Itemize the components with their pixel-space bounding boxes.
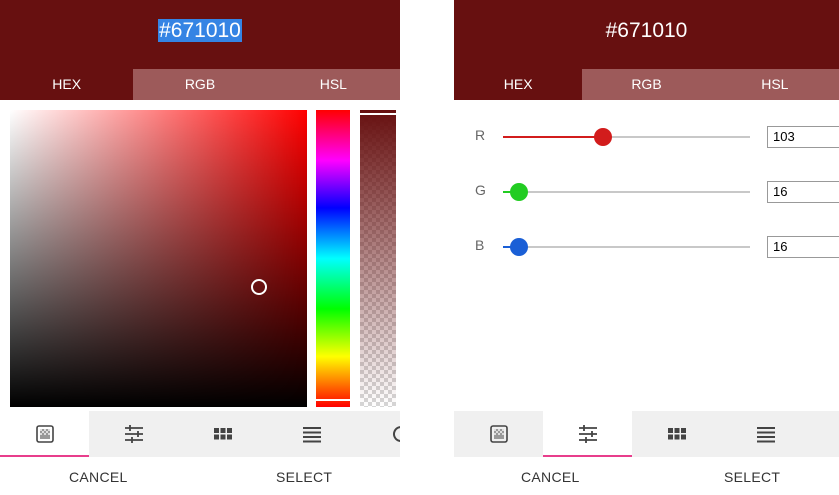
color-picker-panel-left: #671010 HEX RGB HSL CANCEL SELECT: [0, 0, 400, 495]
hue-slider[interactable]: [316, 110, 350, 407]
gradient-picker-icon: [35, 424, 55, 444]
tool-history[interactable]: [356, 411, 400, 457]
value-input-b[interactable]: 16: [767, 236, 839, 258]
tab-rgb[interactable]: RGB: [133, 69, 267, 100]
dialog-actions: CANCEL SELECT: [0, 462, 400, 492]
alpha-slider[interactable]: [360, 110, 396, 407]
slider-label-g: G: [475, 182, 486, 198]
tool-gradient-picker[interactable]: [0, 411, 89, 457]
slider-track-r[interactable]: [503, 128, 750, 146]
color-picker-panel-right: #671010 HEX RGB HSL R 103 G 16 B 16 CANC…: [454, 0, 839, 495]
alpha-slider-handle[interactable]: [360, 113, 396, 115]
slider-track-b[interactable]: [503, 238, 750, 256]
slider-fill-r: [503, 136, 603, 138]
palette-grid-icon: [667, 426, 687, 442]
saturation-value-area[interactable]: [10, 110, 307, 407]
tab-hsl[interactable]: HSL: [266, 69, 400, 100]
mode-toolbar: [454, 411, 839, 457]
history-icon: [390, 423, 400, 445]
mode-toolbar: [0, 411, 400, 457]
select-button[interactable]: SELECT: [276, 462, 332, 492]
color-header: #671010 HEX RGB HSL: [454, 0, 839, 100]
cancel-button[interactable]: CANCEL: [69, 462, 128, 492]
hex-value-display[interactable]: #671010: [0, 17, 400, 45]
slider-row-b: B 16: [454, 232, 839, 262]
color-header: #671010 HEX RGB HSL: [0, 0, 400, 100]
slider-label-b: B: [475, 237, 485, 253]
slider-label-r: R: [475, 127, 486, 143]
tool-palette-grid[interactable]: [178, 411, 267, 457]
slider-row-r: R 103: [454, 122, 839, 152]
gradient-picker-icon: [489, 424, 509, 444]
hue-slider-handle[interactable]: [316, 399, 350, 401]
saturation-value-cursor[interactable]: [251, 279, 267, 295]
hex-value-display[interactable]: #671010: [454, 17, 839, 45]
tool-sliders[interactable]: [543, 411, 632, 457]
dialog-actions: CANCEL SELECT: [454, 462, 839, 492]
slider-row-g: G 16: [454, 177, 839, 207]
tool-sliders[interactable]: [89, 411, 178, 457]
format-tabs: HEX RGB HSL: [454, 69, 839, 100]
tab-rgb[interactable]: RGB: [582, 69, 711, 100]
cancel-button[interactable]: CANCEL: [521, 462, 580, 492]
palette-grid-icon: [213, 426, 233, 442]
value-input-r[interactable]: 103: [767, 126, 839, 148]
tool-history[interactable]: [810, 411, 839, 457]
list-icon: [755, 425, 777, 443]
hex-value-text[interactable]: #671010: [158, 19, 242, 42]
slider-thumb-r[interactable]: [594, 128, 612, 146]
tab-hex[interactable]: HEX: [0, 69, 134, 100]
tool-list[interactable]: [721, 411, 810, 457]
sliders-icon: [123, 424, 145, 444]
slider-thumb-g[interactable]: [510, 183, 528, 201]
hex-value-text[interactable]: #671010: [606, 19, 688, 42]
slider-track-g[interactable]: [503, 183, 750, 201]
select-button[interactable]: SELECT: [724, 462, 780, 492]
slider-thumb-b[interactable]: [510, 238, 528, 256]
tool-list[interactable]: [267, 411, 356, 457]
format-tabs: HEX RGB HSL: [0, 69, 400, 100]
tab-hex[interactable]: HEX: [454, 69, 583, 100]
list-icon: [301, 425, 323, 443]
tool-palette-grid[interactable]: [632, 411, 721, 457]
tab-hsl[interactable]: HSL: [710, 69, 839, 100]
value-input-g[interactable]: 16: [767, 181, 839, 203]
sliders-icon: [577, 424, 599, 444]
tool-gradient-picker[interactable]: [454, 411, 543, 457]
